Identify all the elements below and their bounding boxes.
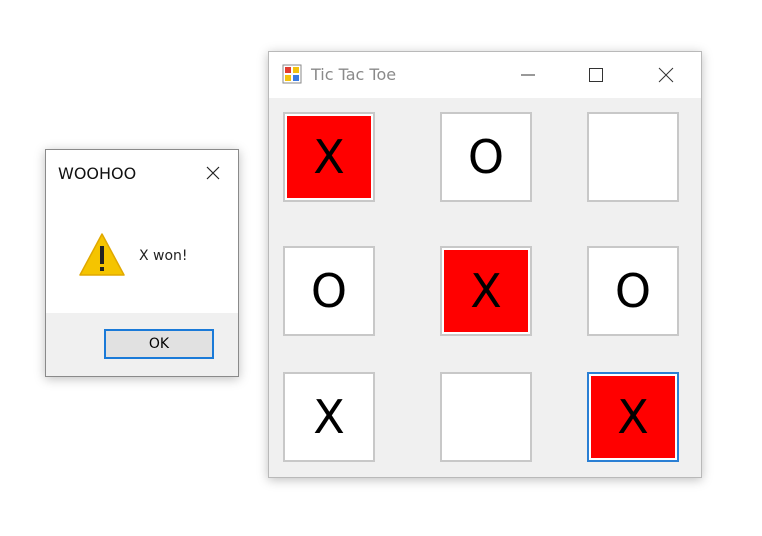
message-dialog: WOOHOO X won! OK xyxy=(45,149,239,377)
maximize-button[interactable] xyxy=(573,52,619,98)
minimize-button[interactable] xyxy=(505,52,551,98)
app-icon xyxy=(282,64,302,84)
board-cell-5[interactable]: X xyxy=(440,246,532,336)
window-titlebar: Tic Tac Toe xyxy=(269,52,701,98)
dialog-message: X won! xyxy=(139,248,188,264)
board-cell-4[interactable]: O xyxy=(283,246,375,336)
board-cell-2[interactable]: O xyxy=(440,112,532,202)
close-icon xyxy=(206,166,220,180)
close-icon xyxy=(658,67,674,83)
window-title: Tic Tac Toe xyxy=(311,65,397,84)
dialog-close-button[interactable] xyxy=(196,160,230,186)
board-cell-8[interactable] xyxy=(440,372,532,462)
board-cell-9[interactable]: X xyxy=(587,372,679,462)
maximize-icon xyxy=(589,68,603,82)
board-cell-6[interactable]: O xyxy=(587,246,679,336)
board-cell-3[interactable] xyxy=(587,112,679,202)
ok-button[interactable]: OK xyxy=(104,329,214,359)
dialog-title: WOOHOO xyxy=(58,164,137,183)
window-close-button[interactable] xyxy=(643,52,689,98)
dialog-footer: OK xyxy=(46,313,238,376)
board-cell-7[interactable]: X xyxy=(283,372,375,462)
board-cell-1[interactable]: X xyxy=(283,112,375,202)
tic-tac-toe-window: Tic Tac Toe X O O X O X X xyxy=(268,51,702,478)
minimize-icon xyxy=(521,74,535,76)
warning-icon xyxy=(79,233,125,276)
